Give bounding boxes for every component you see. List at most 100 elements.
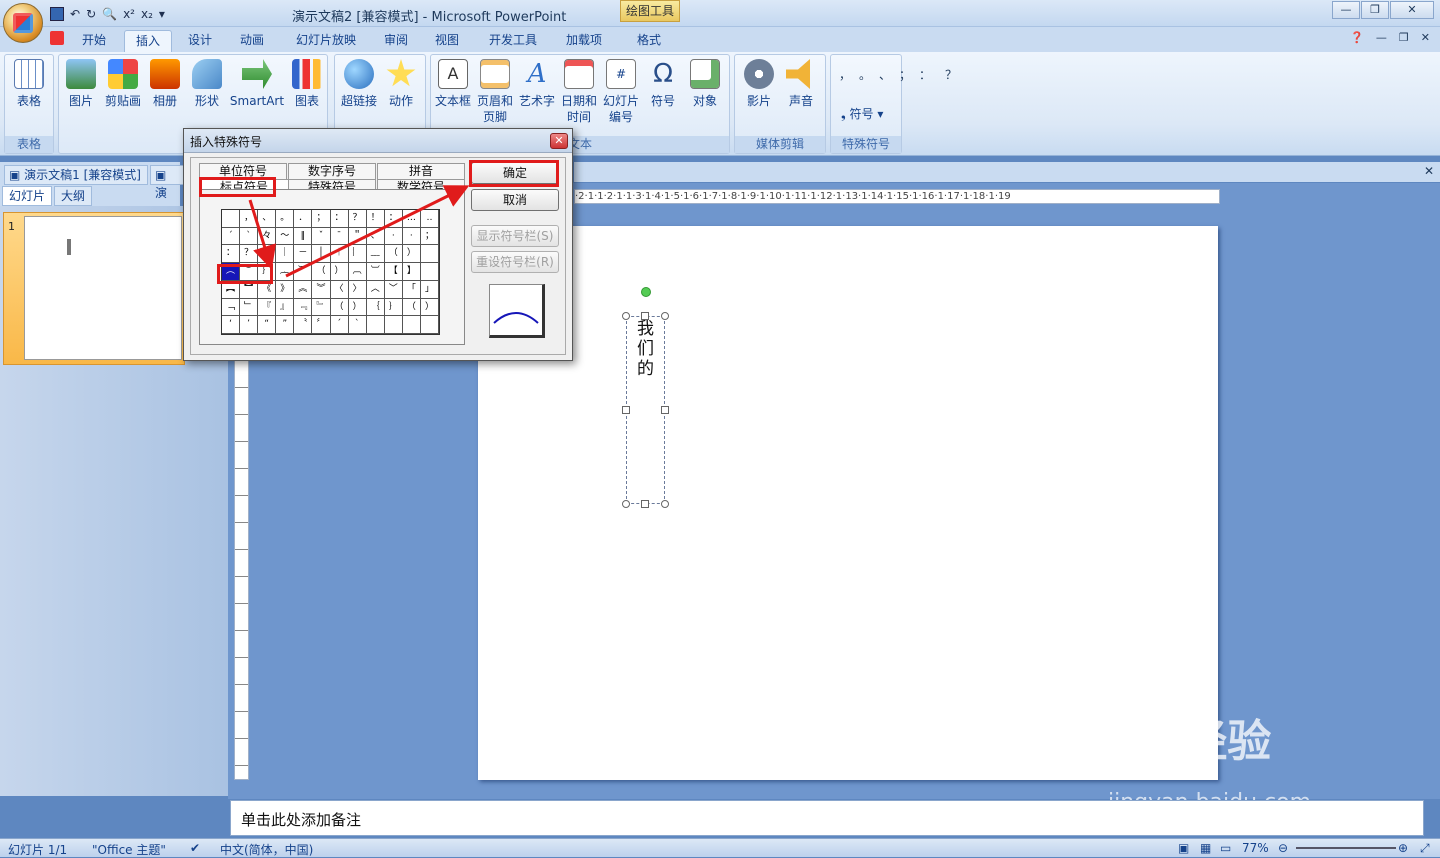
doc-restore-icon[interactable]: ❐ (1399, 31, 1409, 44)
tab-slides[interactable]: 幻灯片 (2, 186, 53, 206)
symbol-cell[interactable]: ︾ (312, 280, 331, 299)
tab-format[interactable]: 格式 (624, 30, 674, 52)
symbol-cell[interactable]: （ (384, 245, 403, 264)
symbol-cell[interactable]: ； (312, 210, 331, 228)
resize-handle-bl[interactable] (622, 500, 630, 508)
symbol-cell[interactable]: 『 (258, 298, 277, 317)
symbol-cell[interactable]: （ (330, 298, 349, 317)
tab-design[interactable]: 设计 (178, 30, 222, 52)
symbol-cell[interactable]: ˋ (348, 316, 367, 334)
tab-number-symbols[interactable]: 数字序号 (288, 163, 376, 179)
symbol-cell[interactable]: ’ (240, 316, 259, 334)
symbol-cell[interactable]: ） (348, 298, 367, 317)
symbol-cell[interactable]: 「 (402, 280, 421, 299)
special-symbol-dropdown[interactable]: ❟ 符号 ▾ (841, 105, 883, 122)
album-button[interactable]: 相册 (145, 59, 185, 109)
tab-developer[interactable]: 开发工具 (480, 30, 546, 52)
table-button[interactable]: 表格 (9, 59, 49, 109)
save-icon[interactable] (50, 7, 64, 21)
print-preview-icon[interactable]: 🔍 (102, 7, 117, 21)
show-symbol-bar-button[interactable]: 显示符号栏(S) (471, 225, 559, 247)
symbol-cell[interactable]: ﹄ (312, 298, 331, 317)
symbol-button[interactable]: Ω 符号 (643, 59, 683, 109)
hyperlink-button[interactable]: 超链接 (339, 59, 379, 109)
header-footer-button[interactable]: 页眉和页脚 (475, 59, 515, 125)
symbol-cell[interactable]: ︸ (294, 263, 313, 281)
slide-number-button[interactable]: # 幻灯片编号 (601, 59, 641, 125)
tab-home[interactable]: 开始 (70, 30, 118, 52)
symbol-cell[interactable]: │ (312, 245, 331, 264)
doc-tab-2[interactable]: ▣ 演 (150, 165, 184, 200)
fit-window-icon[interactable]: ⤢ (1420, 841, 1430, 856)
symbol-cell[interactable]: 〝 (294, 316, 313, 334)
symbol-cell[interactable]: ﹂ (240, 298, 259, 317)
zoom-slider[interactable] (1296, 847, 1396, 849)
clipart-button[interactable]: 剪贴画 (103, 59, 143, 109)
symbol-cell[interactable]: ︹ (348, 263, 367, 281)
symbol-cell[interactable]: · (384, 227, 403, 246)
tab-review[interactable]: 审阅 (375, 30, 417, 52)
symbol-cell[interactable]: ｛ (366, 298, 385, 317)
view-sorter-icon[interactable]: ▦ (1200, 841, 1211, 855)
symbol-cell[interactable]: ˋ (240, 227, 259, 246)
close-pane-icon[interactable]: ✕ (1424, 164, 1434, 178)
symbol-cell[interactable]: ︷ (276, 263, 295, 281)
symbol-cell[interactable]: ｜ (276, 245, 295, 264)
help-icon[interactable]: ❓ (1350, 31, 1364, 44)
symbol-cell[interactable]: ｜ (258, 245, 277, 264)
symbol-cell[interactable]: “ (258, 316, 277, 334)
symbol-cell[interactable]: ： (330, 210, 349, 228)
symbol-cell[interactable]: ～ (276, 227, 295, 246)
symbol-cell[interactable]: ） (420, 298, 439, 317)
tab-pinyin[interactable]: 拼音 (377, 163, 465, 179)
tab-animation[interactable]: 动画 (228, 30, 276, 52)
symbol-cell[interactable]: 【 (384, 263, 403, 281)
symbol-cell[interactable]: 》 (276, 280, 295, 299)
symbol-cell[interactable]: ， (240, 210, 259, 228)
resize-handle-r[interactable] (661, 406, 669, 414)
spell-check-icon[interactable]: ✔ (190, 841, 200, 855)
resize-handle-tr[interactable] (661, 312, 669, 320)
symbol-cell[interactable]: ： (222, 245, 241, 264)
redo-icon[interactable]: ↻ (86, 7, 96, 21)
symbol-cell[interactable]: ¯ (330, 227, 349, 246)
tab-insert[interactable]: 插入 (124, 30, 172, 52)
slide-thumbnail[interactable] (24, 216, 182, 360)
symbol-cell[interactable] (420, 316, 439, 334)
vertical-textbox[interactable]: 我们的 (626, 316, 665, 504)
symbol-cell[interactable]: ） (330, 263, 349, 281)
symbol-cell[interactable]: （ (312, 263, 331, 281)
object-button[interactable]: 对象 (685, 59, 725, 109)
cancel-button[interactable]: 取消 (471, 189, 559, 211)
resize-handle-br[interactable] (661, 500, 669, 508)
textbox-button[interactable]: A 文本框 (433, 59, 473, 109)
movie-button[interactable]: 影片 (739, 59, 779, 109)
symbol-cell[interactable]: 〉 (348, 280, 367, 299)
zoom-level[interactable]: 77% (1242, 841, 1269, 855)
symbol-cell[interactable]: 」 (420, 280, 439, 299)
subscript-button[interactable]: x₂ (141, 7, 153, 21)
symbol-cell[interactable] (420, 263, 439, 281)
close-button[interactable]: ✕ (1390, 1, 1434, 19)
symbol-cell[interactable]: ？ (240, 245, 259, 264)
symbol-cell[interactable]: · (402, 227, 421, 246)
symbol-cell[interactable]: ＂ (348, 227, 367, 246)
dialog-close-button[interactable]: ✕ (550, 133, 568, 149)
horizontal-ruler[interactable]: ·2·1·1·2·1·1·3·1·4·1·5·1·6·1·7·1·8·1·9·1… (574, 189, 1220, 204)
undo-icon[interactable]: ↶ (70, 7, 80, 21)
symbol-cell[interactable]: ｝ (384, 298, 403, 317)
resize-handle-l[interactable] (622, 406, 630, 414)
symbol-cell[interactable]: ﹃ (294, 298, 313, 317)
symbol-cell[interactable]: 。 (276, 210, 295, 228)
chart-button[interactable]: 图表 (287, 59, 327, 109)
superscript-button[interactable]: x² (123, 7, 135, 21)
symbol-cell[interactable]: （ (402, 298, 421, 317)
symbol-cell[interactable]: 々 (258, 227, 277, 246)
picture-button[interactable]: 图片 (61, 59, 101, 109)
symbol-cell[interactable]: 〞 (312, 316, 331, 334)
symbol-cell[interactable]: ´ (222, 227, 241, 246)
symbol-cell[interactable]: ‥ (420, 210, 439, 228)
symbol-cell[interactable]: ︽ (294, 280, 313, 299)
symbol-cell[interactable]: … (402, 210, 421, 228)
symbol-cell[interactable]: 、 (366, 227, 385, 246)
